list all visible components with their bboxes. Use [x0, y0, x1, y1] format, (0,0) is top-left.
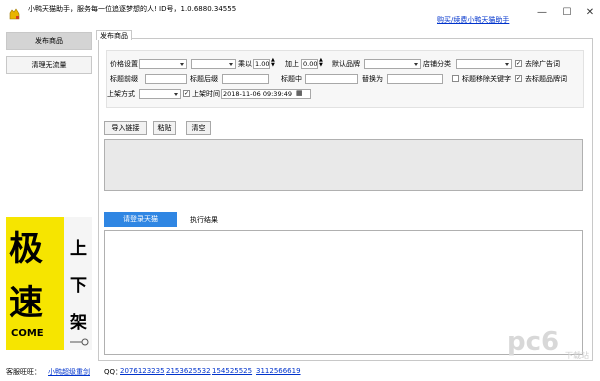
suffix-input[interactable]	[222, 74, 269, 84]
replace-label: 替换为	[362, 75, 383, 83]
clear-button[interactable]: 清空	[186, 121, 211, 135]
brand-select[interactable]	[364, 59, 421, 69]
calendar-icon[interactable]: ▦	[296, 89, 303, 98]
title-bar: 小鸭天猫助手，服务每一位追逐梦想的人! ID号，1.0.6880.34555 购…	[0, 0, 600, 28]
listing-method-label: 上架方式	[107, 90, 135, 98]
add-stepper-icon[interactable]: ▲ ▼	[319, 58, 323, 68]
prefix-label: 标题前缀	[110, 75, 138, 83]
qq-link-2[interactable]: 2153625532	[166, 367, 211, 375]
remove-keyword-label: 标题移除关键字	[462, 75, 511, 83]
watermark-logo: pc6 下载站	[507, 327, 589, 360]
listing-time-checkbox[interactable]: ✓	[183, 90, 190, 97]
minimize-button[interactable]: —	[536, 7, 548, 19]
login-tmall-button[interactable]: 请登录天猫	[104, 212, 177, 227]
promo-come-text: COME	[11, 328, 44, 339]
sidebar-item-cleanup[interactable]: 清理无流量	[6, 56, 92, 74]
watermark-subtext: 下载站	[565, 350, 589, 360]
multiply-input[interactable]: 1.00	[253, 59, 270, 69]
window-title: 小鸭天猫助手，服务每一位追逐梦想的人! ID号，1.0.6880.34555	[28, 5, 237, 13]
duck-app-icon	[9, 8, 20, 20]
promo-char-2: 速	[9, 283, 43, 323]
add-label: 加上	[285, 60, 299, 68]
title-middle-label: 标题中	[281, 75, 302, 83]
listing-method-select[interactable]	[139, 89, 181, 99]
listing-time-label: 上架时间	[192, 90, 220, 98]
remove-ad-label: 去除广告词	[525, 60, 560, 68]
sidebar-item-publish[interactable]: 发布商品	[6, 32, 92, 50]
brand-label: 默认品牌	[332, 60, 360, 68]
price-setting-label: 价格设置	[110, 60, 138, 68]
links-textarea[interactable]	[104, 139, 583, 191]
qq-link-3[interactable]: 154525525	[212, 367, 252, 375]
promo-banner[interactable]: 极 速 上 下 架 COME	[6, 217, 92, 350]
suffix-label: 标题后缀	[190, 75, 218, 83]
key-icon	[70, 338, 89, 346]
support-link[interactable]: 小鸭超级重剑	[48, 367, 90, 377]
remove-keyword-checkbox[interactable]	[452, 75, 459, 82]
remove-brand-checkbox[interactable]: ✓	[515, 75, 522, 82]
multiply-stepper-icon[interactable]: ▲ ▼	[271, 58, 275, 68]
remove-ad-checkbox[interactable]: ✓	[515, 60, 522, 67]
price-select-1[interactable]	[139, 59, 187, 69]
promo-char-1: 极	[9, 229, 43, 269]
promo-side-1: 上	[70, 239, 87, 259]
maximize-button[interactable]: ☐	[561, 7, 573, 19]
title-middle-input[interactable]	[305, 74, 358, 84]
import-links-button[interactable]: 导入链接	[104, 121, 147, 135]
shop-category-label: 店铺分类	[423, 60, 451, 68]
tab-publish[interactable]: 发布商品	[96, 30, 132, 40]
promo-side-3: 架	[70, 313, 87, 333]
price-select-2[interactable]	[191, 59, 236, 69]
promo-side-2: 下	[70, 276, 87, 296]
prefix-input[interactable]	[145, 74, 187, 84]
footer: 客服旺旺： 小鸭超级重剑 QQ： 2076123235 2153625532 1…	[0, 364, 600, 381]
add-input[interactable]: 0.00	[301, 59, 318, 69]
shop-category-select[interactable]	[456, 59, 512, 69]
purchase-link[interactable]: 购买/续费小鸭天猫助手	[437, 15, 509, 25]
multiply-label: 乘以	[238, 60, 252, 68]
support-label: 客服旺旺：	[6, 368, 41, 376]
qq-link-4[interactable]: 3112566619	[256, 367, 301, 375]
remove-brand-label: 去标题品牌词	[525, 75, 567, 83]
tab-results[interactable]: 执行结果	[190, 215, 218, 225]
close-button[interactable]: ✕	[584, 7, 596, 19]
paste-button[interactable]: 粘贴	[153, 121, 176, 135]
replace-input[interactable]	[387, 74, 443, 84]
watermark-text: pc6	[507, 327, 559, 357]
qq-link-1[interactable]: 2076123235	[120, 367, 165, 375]
